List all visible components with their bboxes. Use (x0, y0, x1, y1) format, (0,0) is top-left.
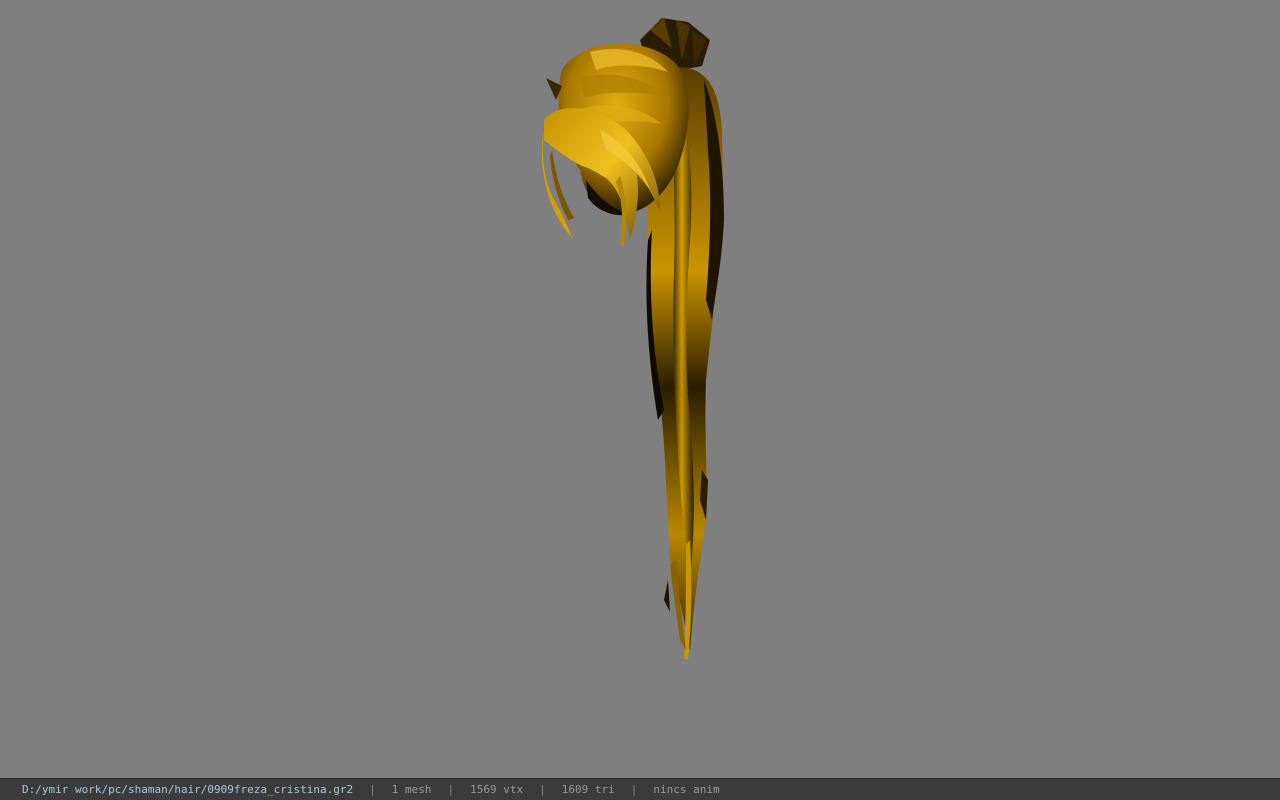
separator: | (630, 783, 638, 796)
triangle-count: 1609 tri (561, 783, 615, 796)
animation-status: nincs anim (653, 783, 720, 796)
hair-model (541, 18, 724, 660)
file-path: D:/ymir work/pc/shaman/hair/0909freza_cr… (22, 783, 354, 796)
separator: | (539, 783, 546, 796)
separator: | (369, 783, 376, 796)
mesh-count: 1 mesh (391, 783, 432, 796)
3d-viewport[interactable] (0, 0, 1280, 778)
vertex-count: 1569 vtx (470, 783, 524, 796)
separator: | (447, 783, 455, 796)
status-bar: D:/ymir work/pc/shaman/hair/0909freza_cr… (0, 778, 1280, 800)
